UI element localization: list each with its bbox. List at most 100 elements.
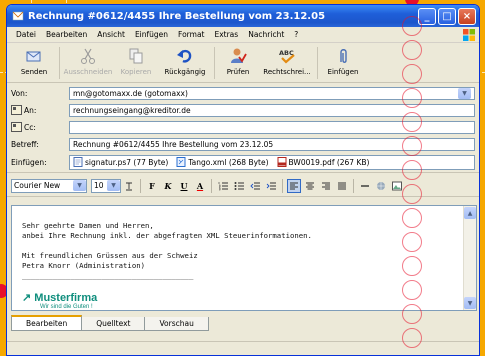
maximize-button[interactable]: □: [438, 7, 456, 25]
from-label: Von:: [11, 88, 28, 98]
chevron-down-icon[interactable]: ▼: [458, 87, 471, 99]
picture-icon: [392, 181, 402, 190]
mail-icon: [12, 11, 24, 21]
cc-label[interactable]: Cc:: [11, 122, 69, 132]
bullet-list-icon: [234, 181, 244, 190]
chevron-down-icon[interactable]: ▼: [73, 180, 86, 191]
attachment-item[interactable]: BW0019.pdf (267 KB): [277, 157, 369, 167]
send-button[interactable]: Senden: [11, 45, 57, 81]
align-left-button[interactable]: [287, 178, 301, 193]
scroll-up-icon[interactable]: ▲: [464, 207, 476, 219]
justify-button[interactable]: [335, 179, 349, 193]
increase-indent-button[interactable]: [264, 179, 278, 193]
paperclip-icon: [340, 49, 347, 63]
chevron-down-icon[interactable]: ▼: [107, 180, 120, 191]
menu-nachricht[interactable]: Nachricht: [243, 30, 289, 39]
logo-slogan: Wir sind die Guten !: [40, 304, 93, 310]
minimize-icon: _: [424, 10, 430, 22]
pdf-file-icon: [277, 157, 287, 167]
menu-extras[interactable]: Extras: [209, 30, 243, 39]
close-icon: ×: [462, 10, 472, 22]
insert-attachment-button[interactable]: Einfügen: [320, 45, 366, 81]
paragraph-style-icon: [126, 182, 132, 190]
decor-circle: [402, 40, 422, 60]
bullet-list-button[interactable]: [232, 179, 246, 193]
spelling-button[interactable]: ABC Rechtschrei...: [259, 45, 315, 81]
menu-ansicht[interactable]: Ansicht: [92, 30, 130, 39]
menu-einfuegen[interactable]: Einfügen: [130, 30, 173, 39]
numbered-list-button[interactable]: [216, 179, 230, 193]
toolbar-separator: [282, 178, 283, 193]
decor-circle: [402, 184, 422, 204]
arrow-icon: ↗: [22, 292, 35, 304]
copy-icon: [129, 48, 143, 64]
decor-circle: [402, 280, 422, 300]
toolbar-separator: [353, 178, 354, 193]
outdent-icon: [249, 182, 260, 189]
font-size-select[interactable]: 10 ▼: [91, 178, 121, 193]
company-signature-logo: ↗ Musterfirma Wir sind die Guten !: [22, 291, 97, 310]
send-icon: [26, 51, 41, 62]
font-select[interactable]: Courier New ▼: [11, 178, 87, 193]
menu-help[interactable]: ?: [289, 30, 303, 39]
undo-icon: [177, 49, 192, 63]
numbered-list-icon: [218, 181, 228, 190]
undo-button[interactable]: Rückgängig: [158, 45, 212, 81]
font-color-button[interactable]: A: [193, 179, 207, 193]
logo-name: ↗ Musterfirma: [22, 292, 98, 304]
attachment-item[interactable]: Tango.xml (268 Byte): [176, 157, 269, 167]
hyperlink-button[interactable]: [374, 179, 388, 193]
scroll-down-icon[interactable]: ▼: [464, 297, 476, 309]
check-button[interactable]: Prüfen: [217, 45, 259, 81]
decor-circle: [402, 328, 422, 348]
vertical-scrollbar[interactable]: ▲ ▼: [463, 206, 476, 310]
cut-button[interactable]: Ausschneiden: [62, 45, 114, 81]
indent-icon: [266, 182, 276, 189]
toolbar-separator: [214, 47, 215, 79]
address-book-icon: [11, 122, 22, 132]
underline-button[interactable]: U: [177, 179, 191, 193]
align-right-button[interactable]: [319, 179, 333, 193]
to-label[interactable]: An:: [11, 105, 69, 115]
align-right-icon: [322, 182, 330, 189]
subject-label: Betreff:: [11, 139, 39, 149]
attachment-item[interactable]: signatur.ps7 (77 Byte): [73, 157, 168, 167]
menu-format[interactable]: Format: [173, 30, 209, 39]
xml-file-icon: [176, 157, 186, 167]
tab-bearbeiten[interactable]: Bearbeiten: [11, 315, 83, 331]
close-button[interactable]: ×: [458, 7, 476, 25]
toolbar-separator: [59, 47, 60, 79]
windows-logo-icon: [463, 29, 475, 41]
horizontal-line-button[interactable]: [358, 179, 372, 193]
paragraph-style-button[interactable]: [122, 179, 136, 193]
address-book-icon: [11, 105, 22, 115]
window-title: Rechnung #0612/4455 Ihre Bestellung vom …: [28, 10, 326, 22]
toolbar-separator: [317, 47, 318, 79]
align-center-icon: [306, 182, 314, 189]
decor-circle: [402, 160, 422, 180]
globe-icon: [377, 181, 385, 190]
menu-bearbeiten[interactable]: Bearbeiten: [41, 30, 92, 39]
attachments-label: Einfügen:: [11, 157, 47, 167]
horizontal-line-icon: [361, 184, 369, 187]
file-icon: [73, 157, 83, 167]
align-center-button[interactable]: [303, 179, 317, 193]
copy-button[interactable]: Kopieren: [114, 45, 158, 81]
decor-circle: [402, 304, 422, 324]
decor-circle: [402, 64, 422, 84]
toolbar-separator: [211, 178, 212, 193]
spellcheck-icon: ABC: [279, 49, 295, 64]
tab-quelltext[interactable]: Quelltext: [81, 317, 146, 331]
decor-circle: [402, 136, 422, 156]
decor-circle: [402, 208, 422, 228]
italic-button[interactable]: K: [161, 179, 175, 193]
menu-datei[interactable]: Datei: [11, 30, 41, 39]
justify-icon: [338, 182, 346, 189]
decrease-indent-button[interactable]: [248, 179, 262, 193]
bold-button[interactable]: F: [145, 179, 159, 193]
decor-circle: [402, 88, 422, 108]
decor-circle: [402, 256, 422, 276]
tab-vorschau[interactable]: Vorschau: [144, 317, 209, 331]
check-names-icon: [231, 48, 247, 63]
decor-circle: [402, 232, 422, 252]
